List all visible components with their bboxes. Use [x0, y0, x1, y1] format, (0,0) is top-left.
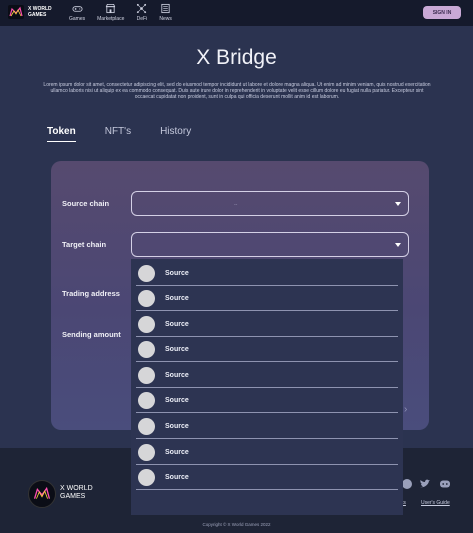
dropdown-option-label: Source — [165, 269, 189, 277]
dropdown-option[interactable]: Source — [136, 465, 398, 490]
trading-address-label: Trading address — [62, 289, 120, 298]
dropdown-option-label: Source — [165, 294, 189, 302]
chevron-down-icon — [395, 202, 401, 206]
sending-amount-label: Sending amount — [62, 330, 121, 339]
target-chain-select[interactable] — [131, 232, 409, 257]
dropdown-option-label: Source — [165, 345, 189, 353]
dropdown-option-label: Source — [165, 320, 189, 328]
news-icon — [161, 3, 170, 14]
dropdown-option[interactable]: Source — [136, 286, 398, 311]
logo-line2: GAMES — [28, 12, 47, 18]
page-description: Lorem ipsum dolor sit amet, consectetur … — [43, 82, 431, 100]
logo-text: X WORLD GAMES — [28, 6, 52, 18]
nav-marketplace-label: Marketplace — [97, 16, 125, 22]
dropdown-option[interactable]: Source — [136, 440, 398, 465]
dropdown-option[interactable]: Source — [136, 261, 398, 286]
logo[interactable]: X WORLD GAMES — [8, 5, 52, 19]
dropdown-option-label: Source — [165, 422, 189, 430]
chain-logo-placeholder-icon — [138, 264, 155, 282]
store-icon — [106, 3, 116, 14]
chain-logo-placeholder-icon — [138, 289, 155, 307]
discord-icon[interactable] — [439, 478, 451, 490]
twitter-icon[interactable] — [419, 478, 431, 490]
chain-logo-placeholder-icon — [138, 468, 155, 486]
bridge-tabs: Token NFT's History — [47, 126, 220, 142]
nav-news[interactable]: News — [159, 3, 172, 22]
dropdown-option[interactable]: Source — [136, 312, 398, 337]
main-nav: Games Marketplace DeFi News — [69, 3, 184, 22]
nav-defi[interactable]: DeFi — [136, 3, 147, 22]
network-icon — [137, 3, 147, 14]
nav-news-label: News — [159, 16, 172, 22]
dropdown-option-label: Source — [165, 473, 189, 481]
chain-logo-placeholder-icon — [138, 417, 155, 435]
chain-logo-placeholder-icon — [138, 340, 155, 358]
source-chain-select[interactable]: -- — [131, 191, 409, 216]
dropdown-option-label: Source — [165, 396, 189, 404]
footer-logo-line1: X WORLD — [60, 485, 93, 492]
copyright-text: Copyright © X World Games 2022 — [202, 522, 271, 527]
chevron-down-icon — [395, 243, 401, 247]
chain-logo-placeholder-icon — [138, 443, 155, 461]
sign-in-button[interactable]: SIGN IN — [423, 6, 461, 19]
gamepad-icon — [72, 6, 83, 12]
dropdown-option[interactable]: Source — [136, 337, 398, 362]
chain-logo-placeholder-icon — [138, 391, 155, 409]
users-guide-link[interactable]: User's Guide — [421, 500, 450, 506]
source-chain-label: Source chain — [62, 199, 110, 208]
footer-logo-icon[interactable] — [28, 480, 56, 508]
footer-logo-line2: GAMES — [60, 493, 86, 500]
nav-defi-label: DeFi — [136, 16, 148, 22]
tab-nfts[interactable]: NFT's — [105, 126, 131, 142]
dropdown-option[interactable]: Source — [136, 363, 398, 388]
source-chain-value: -- — [234, 202, 238, 208]
footer-logo-text: X WORLD GAMES — [60, 485, 93, 501]
nav-marketplace[interactable]: Marketplace — [97, 3, 124, 22]
top-nav-bar: X WORLD GAMES Games Marketplace DeFi New… — [0, 0, 473, 26]
tab-history[interactable]: History — [160, 126, 191, 142]
page-title: X Bridge — [196, 46, 277, 69]
chain-logo-placeholder-icon — [138, 315, 155, 333]
chevron-right-icon[interactable]: › — [404, 404, 407, 415]
target-chain-dropdown: Source Source Source Source Source Sourc… — [131, 259, 403, 515]
tab-token[interactable]: Token — [47, 126, 76, 142]
nav-games[interactable]: Games — [69, 3, 85, 22]
dropdown-option-label: Source — [165, 448, 189, 456]
target-chain-label: Target chain — [62, 240, 107, 249]
crown-logo-icon — [33, 486, 51, 499]
dropdown-option-label: Source — [165, 371, 189, 379]
dropdown-option[interactable]: Source — [136, 414, 398, 439]
nav-games-label: Games — [69, 16, 86, 22]
dropdown-option[interactable]: Source — [136, 388, 398, 413]
chain-logo-placeholder-icon — [138, 366, 155, 384]
crown-logo-icon — [8, 5, 24, 19]
